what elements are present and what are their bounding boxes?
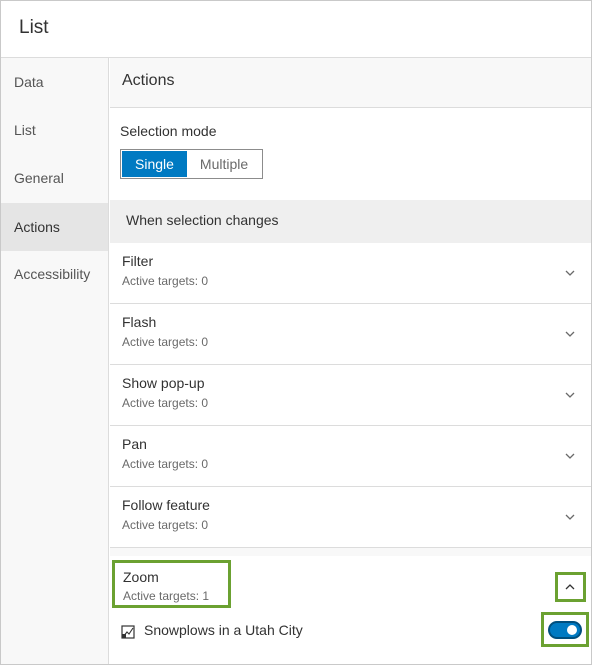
chevron-down-icon[interactable] bbox=[563, 388, 577, 402]
sidebar-item-general[interactable]: General bbox=[1, 154, 108, 202]
chevron-down-icon[interactable] bbox=[563, 266, 577, 280]
action-row-filter[interactable]: Filter Active targets: 0 bbox=[110, 243, 591, 304]
content-title: Actions bbox=[122, 72, 175, 89]
chevron-down-icon[interactable] bbox=[563, 510, 577, 524]
actions-content: Actions Selection mode Single Multiple W… bbox=[110, 58, 591, 664]
selection-mode-multiple-button[interactable]: Multiple bbox=[188, 150, 262, 178]
zoom-highlight[interactable]: Zoom Active targets: 1 bbox=[112, 560, 231, 608]
action-name: Show pop-up bbox=[122, 375, 205, 391]
action-row-follow-feature[interactable]: Follow feature Active targets: 0 bbox=[110, 487, 591, 548]
zoom-collapse-button[interactable] bbox=[555, 572, 586, 602]
action-row-show-popup[interactable]: Show pop-up Active targets: 0 bbox=[110, 365, 591, 426]
map-widget-icon bbox=[121, 625, 135, 639]
sidebar-item-accessibility[interactable]: Accessibility bbox=[1, 250, 108, 298]
zoom-target-label: Snowplows in a Utah City bbox=[144, 622, 303, 638]
action-name: Filter bbox=[122, 253, 154, 269]
content-header: Actions bbox=[110, 58, 591, 108]
when-selection-changes-label: When selection changes bbox=[126, 212, 279, 228]
selection-mode-single-button[interactable]: Single bbox=[122, 151, 187, 177]
action-row-flash[interactable]: Flash Active targets: 0 bbox=[110, 304, 591, 365]
panel-title-bar: List bbox=[1, 1, 591, 58]
action-name: Pan bbox=[122, 436, 147, 452]
action-name: Follow feature bbox=[122, 497, 210, 513]
action-active-targets: Active targets: 1 bbox=[123, 589, 210, 603]
sidebar-item-list[interactable]: List bbox=[1, 106, 108, 154]
when-selection-changes-header: When selection changes bbox=[110, 200, 591, 243]
zoom-target-toggle-highlight bbox=[541, 612, 589, 647]
chevron-up-icon bbox=[565, 584, 575, 590]
selection-mode-section: Selection mode Single Multiple bbox=[110, 108, 591, 200]
panel-title: List bbox=[19, 17, 49, 38]
chevron-down-icon[interactable] bbox=[563, 327, 577, 341]
sidebar-item-data[interactable]: Data bbox=[1, 58, 108, 106]
action-row-pan[interactable]: Pan Active targets: 0 bbox=[110, 426, 591, 487]
action-active-targets: Active targets: 0 bbox=[122, 518, 209, 532]
action-name: Zoom bbox=[123, 569, 159, 585]
list-settings-panel: List Data List General Actions Accessibi… bbox=[0, 0, 592, 665]
zoom-target-toggle[interactable] bbox=[548, 621, 582, 639]
action-active-targets: Active targets: 0 bbox=[122, 274, 209, 288]
sidebar-item-actions[interactable]: Actions bbox=[1, 203, 108, 251]
action-active-targets: Active targets: 0 bbox=[122, 457, 209, 471]
chevron-down-icon[interactable] bbox=[563, 449, 577, 463]
action-name: Flash bbox=[122, 314, 157, 330]
action-row-zoom: Zoom Active targets: 1 Snowplows in a Ut… bbox=[110, 556, 591, 664]
selection-mode-segmented-control: Single Multiple bbox=[120, 149, 264, 179]
action-active-targets: Active targets: 0 bbox=[122, 396, 209, 410]
selection-mode-label: Selection mode bbox=[120, 123, 217, 139]
toggle-knob bbox=[567, 625, 577, 635]
settings-sidebar: Data List General Actions Accessibility bbox=[1, 58, 109, 664]
action-active-targets: Active targets: 0 bbox=[122, 335, 209, 349]
